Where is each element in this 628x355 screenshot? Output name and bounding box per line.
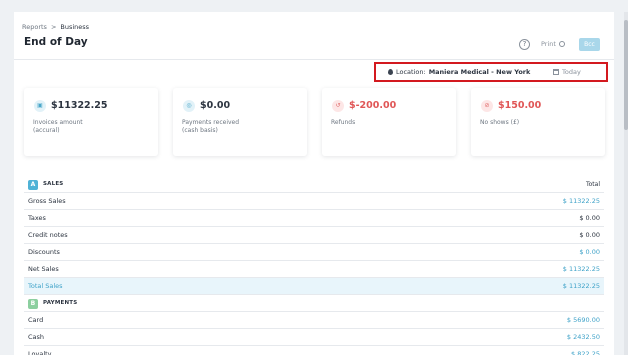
date-label: Today <box>562 68 581 76</box>
page-header: Reports > Business End of Day ? Print Bcc <box>14 12 614 60</box>
row-amount[interactable]: $ 822.25 <box>571 346 600 355</box>
sales-title: SALES <box>43 181 64 187</box>
card-caption: Refunds <box>331 119 355 127</box>
breadcrumb-separator: > <box>50 23 57 31</box>
primary-action-button[interactable]: Bcc <box>579 38 600 51</box>
page-title: End of Day <box>24 36 88 48</box>
calendar-icon <box>553 69 559 75</box>
payments-section-header: B PAYMENTS <box>24 295 604 312</box>
row-label: Cash <box>28 333 45 341</box>
date-selector[interactable]: Today <box>553 68 581 76</box>
sales-section-label: A SALES <box>28 176 63 193</box>
report-panel: Reports > Business End of Day ? Print Bcc … <box>14 12 614 355</box>
card-caption: Invoices amount (accural) <box>33 119 83 135</box>
page-scrollbar[interactable] <box>624 12 628 355</box>
row-amount[interactable]: $ 2432.50 <box>567 329 600 346</box>
location-pin-icon <box>388 69 393 75</box>
card-payments: ◎ $0.00 Payments received (cash basis) <box>173 88 307 156</box>
payment-icon: ◎ <box>183 100 195 112</box>
row-amount[interactable]: $ 11322.25 <box>563 278 600 295</box>
row-amount: $ 0.00 <box>579 214 600 222</box>
print-icon <box>558 41 565 47</box>
help-icon[interactable]: ? <box>519 39 530 50</box>
card-caption-line1: Refunds <box>331 119 356 126</box>
print-button[interactable]: Print <box>541 40 565 48</box>
card-caption: Payments received (cash basis) <box>182 119 239 135</box>
scrollbar-thumb[interactable] <box>624 20 628 130</box>
filter-bar: Location: Maniera Medical - New York Tod… <box>374 62 608 82</box>
row-label: Loyalty <box>28 350 52 355</box>
row-label: Gross Sales <box>28 197 66 205</box>
row-label: Discounts <box>28 248 60 256</box>
card-caption-line1: Invoices amount <box>33 119 83 126</box>
table-row: Taxes $ 0.00 <box>24 210 604 227</box>
card-caption-line1: No shows (£) <box>480 119 520 126</box>
row-amount[interactable]: $ 11322.25 <box>563 261 600 278</box>
table-row: Gross Sales $ 11322.25 <box>24 193 604 210</box>
sales-badge: A <box>28 179 38 190</box>
table-row: Loyalty $ 822.25 <box>24 346 604 355</box>
card-value: $0.00 <box>200 100 231 111</box>
payments-badge: B <box>28 298 38 309</box>
row-label: Taxes <box>28 214 46 222</box>
table-row: Net Sales $ 11322.25 <box>24 261 604 278</box>
sales-section-header: A SALES Total <box>24 176 604 193</box>
card-value: $150.00 <box>498 100 542 111</box>
card-caption-line2: (accural) <box>33 127 60 134</box>
card-refunds: ↺ $-200.00 Refunds <box>322 88 456 156</box>
breadcrumb-reports-link[interactable]: Reports <box>22 23 47 31</box>
card-caption: No shows (£) <box>480 119 519 127</box>
payments-section-label: B PAYMENTS <box>28 295 77 312</box>
location-prefix: Location: <box>396 68 426 76</box>
row-label: Card <box>28 316 44 324</box>
card-value: $-200.00 <box>349 100 397 111</box>
invoice-icon: ▣ <box>34 100 46 112</box>
total-sales-row: Total Sales $ 11322.25 <box>24 278 604 295</box>
row-amount[interactable]: $ 11322.25 <box>563 193 600 210</box>
location-value: Maniera Medical - New York <box>428 68 531 76</box>
no-show-icon: ⊘ <box>481 100 493 112</box>
row-label: Total Sales <box>28 282 63 290</box>
location-selector[interactable]: Location: Maniera Medical - New York <box>388 68 530 76</box>
report-table: A SALES Total Gross Sales $ 11322.25 Taxes… <box>24 176 604 355</box>
print-label: Print <box>541 40 556 48</box>
row-amount[interactable]: $ 0.00 <box>579 244 600 261</box>
card-invoices: ▣ $11322.25 Invoices amount (accural) <box>24 88 158 156</box>
row-amount: $ 0.00 <box>579 231 600 239</box>
row-label: Credit notes <box>28 231 68 239</box>
table-row: Card $ 5690.00 <box>24 312 604 329</box>
refund-icon: ↺ <box>332 100 344 112</box>
payments-title: PAYMENTS <box>43 300 78 306</box>
breadcrumb: Reports > Business <box>22 23 89 31</box>
table-row: Cash $ 2432.50 <box>24 329 604 346</box>
row-label: Net Sales <box>28 265 59 273</box>
card-caption-line1: Payments received <box>182 119 240 126</box>
table-row: Credit notes $ 0.00 <box>24 227 604 244</box>
row-amount[interactable]: $ 5690.00 <box>567 312 600 329</box>
card-caption-line2: (cash basis) <box>182 127 218 134</box>
breadcrumb-current: Business <box>60 23 90 31</box>
card-no-shows: ⊘ $150.00 No shows (£) <box>471 88 605 156</box>
table-row: Discounts $ 0.00 <box>24 244 604 261</box>
total-column-header: Total <box>585 181 600 188</box>
card-value: $11322.25 <box>51 100 108 111</box>
